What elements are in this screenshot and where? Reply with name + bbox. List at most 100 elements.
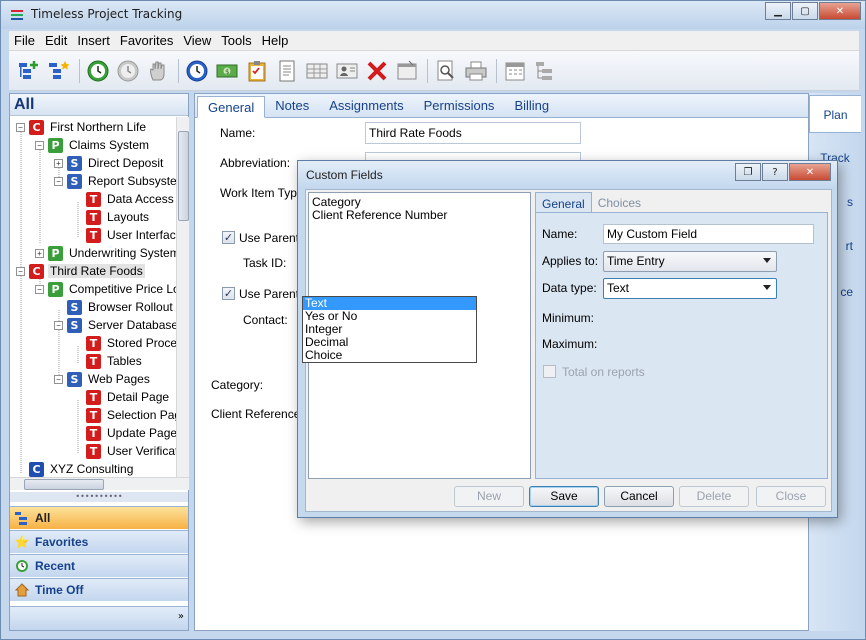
collapse-icon[interactable]: −: [54, 176, 63, 186]
chevron-double-down-icon[interactable]: »: [178, 611, 184, 622]
nav-all-button[interactable]: All: [10, 506, 188, 529]
preview-icon[interactable]: [432, 57, 460, 85]
save-button[interactable]: Save: [529, 486, 599, 507]
close-dialog-button[interactable]: Close: [756, 486, 826, 507]
field-name-label: Name:: [542, 227, 578, 241]
print-icon[interactable]: [462, 57, 490, 85]
delete-button[interactable]: Delete: [679, 486, 749, 507]
tree-item[interactable]: − P Competitive Price Loo: [35, 280, 176, 298]
document-icon[interactable]: [273, 57, 301, 85]
collapse-icon[interactable]: −: [16, 266, 25, 276]
tree-item[interactable]: −S Server Database Ac: [54, 316, 176, 334]
badge-s-icon: S: [67, 155, 82, 171]
tab-permissions[interactable]: Permissions: [414, 95, 505, 117]
new-item-icon[interactable]: [15, 57, 43, 85]
maximize-button[interactable]: ▢: [792, 2, 818, 20]
window-icon[interactable]: [393, 57, 421, 85]
tree-item[interactable]: − C First Northern Life: [16, 118, 148, 136]
tree-item[interactable]: C XYZ Consulting: [16, 460, 135, 477]
data-type-select[interactable]: Text: [603, 278, 777, 299]
dropdown-option-choice[interactable]: Choice: [303, 349, 476, 362]
badge-t-icon: T: [86, 335, 101, 351]
delete-icon[interactable]: [363, 57, 391, 85]
minimize-button[interactable]: ▁: [765, 2, 791, 20]
use-parent-checkbox-2[interactable]: ✓: [222, 287, 235, 300]
table-icon[interactable]: [303, 57, 331, 85]
clock-icon[interactable]: [183, 57, 211, 85]
new-child-icon[interactable]: [45, 57, 73, 85]
tree-item[interactable]: S Browser Rollout: [54, 298, 175, 316]
tree-item[interactable]: T Detail Page: [73, 388, 171, 406]
tree-item[interactable]: T User Interface: [73, 226, 176, 244]
tree-vertical-scrollbar[interactable]: [176, 117, 189, 477]
dialog-tab-general[interactable]: General: [535, 192, 592, 214]
tree-item[interactable]: T User Verificatio: [73, 442, 176, 460]
project-tree[interactable]: − C First Northern Life − P Claims System + S Di…: [10, 117, 176, 477]
expand-icon[interactable]: +: [35, 248, 44, 258]
stop-timer-icon[interactable]: [114, 57, 142, 85]
field-name-input[interactable]: My Custom Field: [603, 224, 814, 244]
tree-item[interactable]: −S Report Subsystem: [54, 172, 176, 190]
menu-tools[interactable]: Tools: [216, 33, 256, 48]
close-button[interactable]: ✕: [819, 2, 861, 20]
calendar-icon[interactable]: [501, 57, 529, 85]
tree-item[interactable]: − P Claims System: [35, 136, 151, 154]
money-icon[interactable]: $: [213, 57, 241, 85]
clipboard-icon[interactable]: [243, 57, 271, 85]
list-item[interactable]: Client Reference Number: [312, 209, 527, 222]
nav-timeoff-button[interactable]: Time Off: [10, 578, 188, 601]
collapse-icon[interactable]: −: [16, 122, 25, 132]
contact-label: Contact:: [243, 313, 288, 327]
applies-to-select[interactable]: Time Entry: [603, 251, 777, 272]
pane-splitter[interactable]: ••••••••••: [10, 492, 188, 502]
collapse-icon[interactable]: −: [54, 320, 63, 330]
contact-card-icon[interactable]: [333, 57, 361, 85]
hand-icon[interactable]: [144, 57, 172, 85]
collapse-icon[interactable]: −: [35, 284, 44, 294]
dialog-close-button[interactable]: ✕: [789, 163, 831, 181]
tree-item[interactable]: T Data Access: [73, 190, 176, 208]
use-parent-checkbox-1[interactable]: ✓: [222, 231, 235, 244]
menu-view[interactable]: View: [178, 33, 216, 48]
chevron-down-icon: [763, 285, 771, 290]
menu-favorites[interactable]: Favorites: [115, 33, 178, 48]
name-input[interactable]: Third Rate Foods: [365, 122, 581, 144]
tab-general[interactable]: General: [197, 96, 266, 118]
menu-help[interactable]: Help: [257, 33, 294, 48]
menu-file[interactable]: File: [9, 33, 40, 48]
tab-assignments[interactable]: Assignments: [319, 95, 413, 117]
maximum-label: Maximum:: [542, 337, 598, 351]
nav-recent-button[interactable]: Recent: [10, 554, 188, 577]
collapse-icon[interactable]: −: [35, 140, 44, 150]
badge-p-icon: P: [48, 245, 63, 261]
side-tab-plan[interactable]: Plan: [809, 95, 861, 133]
tree-item[interactable]: T Selection Page: [73, 406, 176, 424]
menu-insert[interactable]: Insert: [72, 33, 115, 48]
scroll-thumb[interactable]: [178, 131, 189, 221]
new-button[interactable]: New: [454, 486, 524, 507]
scroll-thumb[interactable]: [24, 479, 104, 490]
cancel-button[interactable]: Cancel: [604, 486, 674, 507]
collapse-icon[interactable]: −: [54, 374, 63, 384]
dialog-tab-choices[interactable]: Choices: [592, 192, 647, 214]
dialog-help-button[interactable]: ?: [762, 163, 788, 181]
tree-item[interactable]: T Update Page: [73, 424, 176, 442]
tree-item[interactable]: T Stored Procedu: [73, 334, 176, 352]
tree-item[interactable]: + S Direct Deposit: [54, 154, 165, 172]
tree-horizontal-scrollbar[interactable]: [10, 477, 189, 490]
tree-item[interactable]: + P Underwriting System: [35, 244, 176, 262]
tab-billing[interactable]: Billing: [504, 95, 559, 117]
nav-favorites-button[interactable]: ⭐ Favorites: [10, 530, 188, 553]
expand-icon[interactable]: +: [54, 158, 63, 168]
tree-item[interactable]: T Tables: [73, 352, 144, 370]
tree-item[interactable]: − S Web Pages: [54, 370, 152, 388]
tree-item[interactable]: − C Third Rate Foods: [16, 262, 145, 280]
dialog-restore-button[interactable]: ❐: [735, 163, 761, 181]
tree-item[interactable]: T Layouts: [73, 208, 151, 226]
menu-edit[interactable]: Edit: [40, 33, 72, 48]
hierarchy-icon[interactable]: [531, 57, 559, 85]
nav-footer[interactable]: »: [10, 606, 188, 630]
total-on-reports-checkbox[interactable]: [543, 365, 556, 378]
start-timer-icon[interactable]: [84, 57, 112, 85]
tab-notes[interactable]: Notes: [265, 95, 319, 117]
